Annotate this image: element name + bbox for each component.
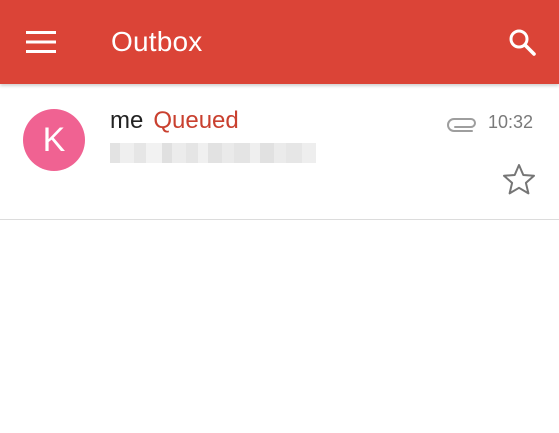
menu-button[interactable]	[18, 22, 64, 62]
app-bar: Outbox	[0, 0, 559, 84]
hamburger-menu-icon	[26, 31, 56, 53]
avatar[interactable]: K	[23, 109, 85, 171]
page-title: Outbox	[111, 26, 203, 57]
message-list: K me Queued 10:32	[0, 84, 559, 220]
paperclip-icon	[447, 118, 476, 132]
status-label: Queued	[153, 107, 239, 134]
message-time: 10:32	[488, 112, 534, 132]
star-outline-icon	[503, 164, 535, 195]
message-row[interactable]: K me Queued 10:32	[0, 84, 559, 220]
search-icon	[509, 29, 536, 56]
sender-line: me Queued	[110, 106, 239, 136]
sender-name: me	[110, 107, 144, 134]
search-button[interactable]	[500, 20, 544, 64]
star-button[interactable]	[500, 161, 538, 199]
message-snippet-redacted	[110, 143, 326, 163]
